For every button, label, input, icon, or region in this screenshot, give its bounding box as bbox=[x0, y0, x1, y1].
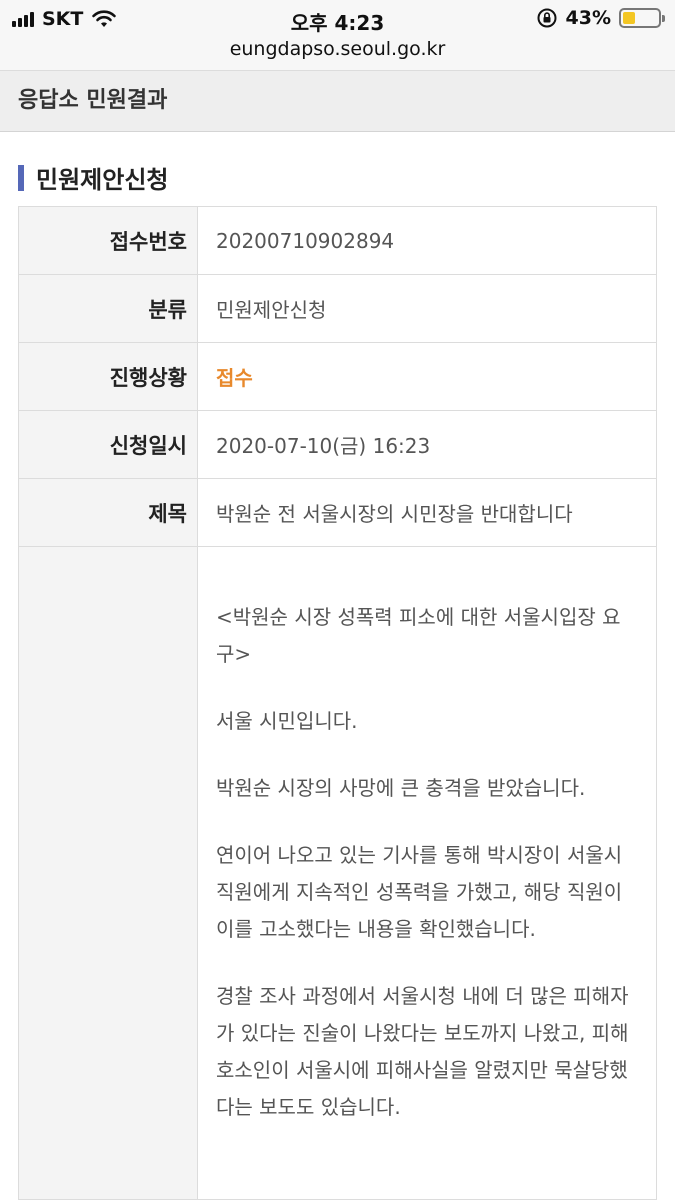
content-paragraph: 연이어 나오고 있는 기사를 통해 박시장이 서울시 직원에게 지속적인 성폭력… bbox=[216, 843, 623, 941]
url-bar[interactable]: eungdapso.seoul.go.kr bbox=[0, 38, 675, 70]
battery-percent: 43% bbox=[565, 7, 611, 29]
status-label: 진행상황 bbox=[19, 343, 198, 410]
rotation-lock-icon bbox=[537, 8, 557, 28]
section-title: 민원제안신청 bbox=[18, 160, 168, 195]
section-title-text: 민원제안신청 bbox=[36, 166, 169, 194]
battery-icon bbox=[619, 8, 665, 28]
table-row-category: 분류 민원제안신청 bbox=[19, 275, 656, 343]
category-label: 분류 bbox=[19, 275, 198, 342]
table-row-status: 진행상황 접수 bbox=[19, 343, 656, 411]
table-row-receipt-no: 접수번호 20200710902894 bbox=[19, 207, 656, 275]
content-paragraph: 경찰 조사 과정에서 서울시청 내에 더 많은 피해자가 있다는 진술이 나왔다… bbox=[216, 984, 629, 1119]
subject-label: 제목 bbox=[19, 479, 198, 546]
table-row-subject: 제목 박원순 전 서울시장의 시민장을 반대합니다 bbox=[19, 479, 656, 547]
date-value: 2020-07-10(금) 16:23 bbox=[216, 434, 431, 458]
content-body: <박원순 시장 성폭력 피소에 대한 서울시입장 요구> 서울 시민입니다. 박… bbox=[198, 547, 656, 1199]
content-paragraph: <박원순 시장 성폭력 피소에 대한 서울시입장 요구> bbox=[216, 605, 621, 666]
content-paragraph: 박원순 시장의 사망에 큰 충격을 받았습니다. bbox=[216, 776, 586, 800]
status-value: 접수 bbox=[216, 366, 253, 390]
category-value: 민원제안신청 bbox=[216, 298, 327, 322]
status-bar: SKT 오후 4:23 43% bbox=[0, 0, 675, 38]
receipt-no-value: 20200710902894 bbox=[216, 228, 395, 253]
table-row-content: <박원순 시장 성폭력 피소에 대한 서울시입장 요구> 서울 시민입니다. 박… bbox=[19, 547, 656, 1199]
subject-value: 박원순 전 서울시장의 시민장을 반대합니다 bbox=[216, 502, 573, 526]
date-label: 신청일시 bbox=[19, 411, 198, 478]
table-row-date: 신청일시 2020-07-10(금) 16:23 bbox=[19, 411, 656, 479]
content-paragraph: 서울 시민입니다. bbox=[216, 709, 358, 733]
page-title: 응답소 민원결과 bbox=[0, 70, 675, 132]
receipt-no-label: 접수번호 bbox=[19, 207, 198, 274]
content-label-cell bbox=[19, 547, 198, 1199]
section-accent-bar bbox=[18, 164, 24, 191]
battery-level bbox=[623, 12, 636, 24]
status-right: 43% bbox=[536, 7, 665, 29]
complaint-info-table: 접수번호 20200710902894 분류 민원제안신청 진행상황 접수 신청… bbox=[18, 206, 657, 1200]
